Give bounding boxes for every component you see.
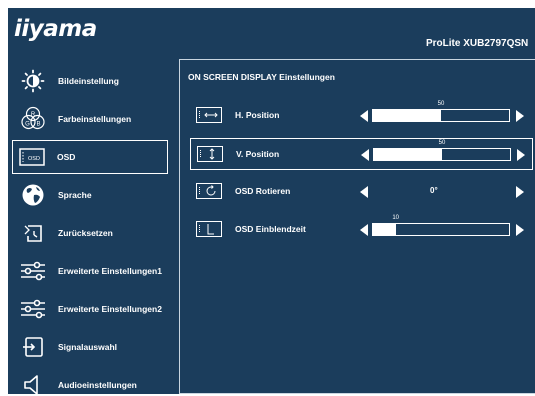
globe-icon bbox=[20, 182, 46, 208]
row-osd-timeout[interactable]: OSD Einblendzeit 10 bbox=[190, 214, 533, 246]
increase-arrow[interactable] bbox=[516, 224, 524, 236]
brightness-icon bbox=[20, 68, 46, 94]
row-label: OSD Rotieren bbox=[235, 186, 291, 196]
sidebar-item-advanced-2[interactable]: Erweiterte Einstellungen2 bbox=[14, 292, 172, 326]
sidebar-item-label: Farbeinstellungen bbox=[58, 114, 132, 124]
rgb-letter-g: G bbox=[25, 122, 30, 128]
sidebar-item-label: OSD bbox=[57, 152, 76, 162]
sidebar-item-label: Bildeinstellung bbox=[58, 76, 119, 86]
osd-timeout-slider[interactable]: 10 bbox=[372, 215, 510, 236]
sidebar-item-reset[interactable]: Zurücksetzen bbox=[14, 216, 172, 250]
vertical-position-icon bbox=[197, 146, 223, 162]
brand-logo: iiyama bbox=[14, 16, 97, 42]
horizontal-position-icon bbox=[196, 107, 222, 123]
osd-icon: OSD bbox=[19, 144, 45, 170]
row-h-position[interactable]: H. Position 50 bbox=[190, 100, 533, 132]
next-option-arrow[interactable] bbox=[516, 186, 524, 198]
sidebar-item-label: Erweiterte Einstellungen2 bbox=[58, 304, 162, 314]
slider-value: 10 bbox=[392, 215, 399, 221]
v-position-slider[interactable]: 50 bbox=[373, 140, 511, 161]
settings-panel: ON SCREEN DISPLAY Einstellungen H. Posit… bbox=[179, 59, 535, 394]
speaker-icon bbox=[20, 372, 46, 394]
sidebar-item-input[interactable]: Signalauswahl bbox=[14, 330, 172, 364]
row-label: V. Position bbox=[236, 149, 280, 159]
model-name: ProLite XUB2797QSN bbox=[426, 38, 529, 49]
row-label: OSD Einblendzeit bbox=[235, 224, 306, 234]
sidebar-item-color[interactable]: R G B Farbeinstellungen bbox=[14, 102, 172, 136]
panel-title: ON SCREEN DISPLAY Einstellungen bbox=[188, 72, 335, 82]
sidebar-menu: Bildeinstellung R G B Farbeinstellungen bbox=[8, 60, 178, 394]
sliders-icon bbox=[20, 296, 46, 322]
row-label: H. Position bbox=[235, 110, 280, 120]
sidebar-item-label: Signalauswahl bbox=[58, 342, 118, 352]
slider-value: 50 bbox=[438, 140, 446, 146]
sidebar-item-label: Erweiterte Einstellungen1 bbox=[58, 266, 162, 276]
increase-arrow[interactable] bbox=[516, 110, 524, 122]
sidebar-item-advanced-1[interactable]: Erweiterte Einstellungen1 bbox=[14, 254, 172, 288]
rgb-color-icon: R G B bbox=[20, 106, 46, 132]
slider-fill bbox=[374, 149, 442, 160]
osd-window: iiyama ProLite XUB2797QSN Bildeinstellun… bbox=[8, 8, 535, 394]
sidebar-item-picture[interactable]: Bildeinstellung bbox=[14, 64, 172, 98]
row-osd-rotate[interactable]: OSD Rotieren 0° bbox=[190, 176, 533, 208]
osd-rotate-value: 0° bbox=[430, 186, 438, 195]
sidebar-item-label: Zurücksetzen bbox=[58, 228, 113, 238]
sidebar-item-label: Sprache bbox=[58, 190, 92, 200]
decrease-arrow[interactable] bbox=[361, 149, 369, 161]
sidebar-item-language[interactable]: Sprache bbox=[14, 178, 172, 212]
rgb-letter-r: R bbox=[31, 112, 36, 118]
reset-icon bbox=[20, 220, 46, 246]
slider-value: 50 bbox=[437, 101, 445, 107]
previous-option-arrow[interactable] bbox=[360, 186, 368, 198]
increase-arrow[interactable] bbox=[517, 149, 525, 161]
sidebar-item-audio[interactable]: Audioeinstellungen bbox=[14, 368, 172, 394]
sidebar-item-label: Audioeinstellungen bbox=[58, 380, 137, 390]
rgb-letter-b: B bbox=[36, 122, 40, 128]
osd-icon-text: OSD bbox=[28, 156, 40, 162]
decrease-arrow[interactable] bbox=[360, 224, 368, 236]
sliders-icon bbox=[20, 258, 46, 284]
h-position-slider[interactable]: 50 bbox=[372, 101, 510, 122]
row-v-position[interactable]: V. Position 50 bbox=[190, 138, 533, 170]
input-signal-icon bbox=[20, 334, 46, 360]
timeout-icon bbox=[196, 221, 222, 237]
sidebar-item-osd[interactable]: OSD OSD bbox=[12, 140, 168, 174]
decrease-arrow[interactable] bbox=[360, 110, 368, 122]
slider-fill bbox=[373, 224, 396, 235]
rotate-icon bbox=[196, 183, 222, 199]
slider-fill bbox=[373, 110, 441, 121]
